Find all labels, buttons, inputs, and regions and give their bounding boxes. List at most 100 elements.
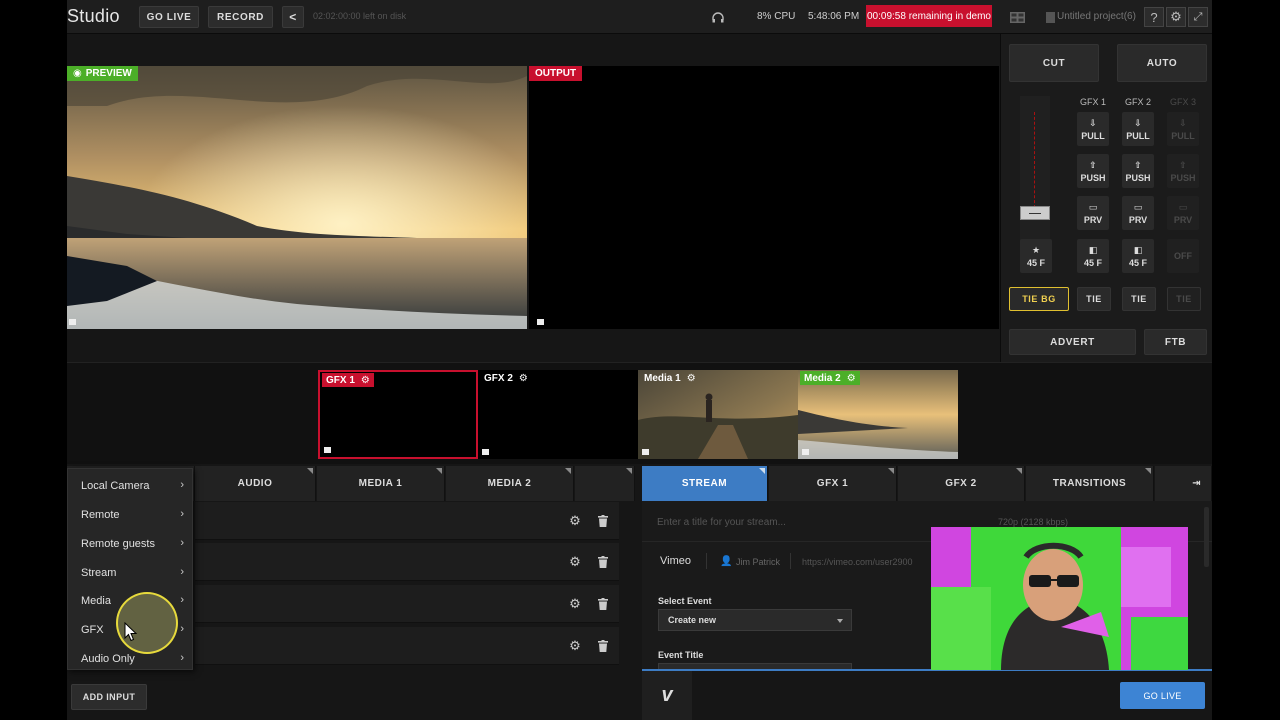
user-icon: 👤 [720, 556, 733, 567]
vimeo-url[interactable]: https://vimeo.com/user2900 [802, 557, 913, 567]
gfx2-preview-button[interactable]: ▭ PRV [1122, 196, 1154, 230]
select-event-dropdown[interactable]: Create new [658, 609, 852, 631]
gear-icon[interactable]: ⚙ [847, 373, 856, 384]
brand-title: Studio [67, 6, 120, 26]
gfx2-thumbnail[interactable]: GFX 2 ⚙ [478, 370, 638, 459]
stream-resolution[interactable]: 720p (2128 kbps) [998, 517, 1068, 527]
trash-icon[interactable] [596, 639, 610, 653]
fullscreen-icon[interactable]: ⤢ [1188, 7, 1208, 27]
chevron-right-icon: › [180, 652, 184, 664]
input-row[interactable]: ⚙ [195, 585, 619, 623]
help-icon[interactable]: ? [1144, 7, 1164, 27]
gfx1-thumbnail[interactable]: GFX 1 ⚙ [318, 370, 478, 459]
preview-label: ◉ PREVIEW [67, 66, 138, 81]
top-bar: Studio GO LIVE RECORD < 02:02:00:00 left… [67, 0, 1212, 34]
menu-item-local-camera[interactable]: Local Camera › [68, 471, 192, 500]
gear-icon[interactable]: ⚙ [1166, 7, 1186, 27]
tab-audio[interactable]: AUDIO [195, 466, 316, 501]
vimeo-username: Jim Patrick [736, 557, 781, 567]
gfx2-push-button[interactable]: ⇧ PUSH [1122, 154, 1154, 188]
gfx2-transition-frames[interactable]: ◧ 45 F [1122, 239, 1154, 273]
demo-timer: 00:09:58 remaining in demo [866, 5, 992, 27]
go-live-button[interactable]: GO LIVE [139, 6, 199, 28]
lock-icon [642, 449, 649, 455]
gfx1-transition-frames[interactable]: ◧ 45 F [1077, 239, 1109, 273]
trash-icon[interactable] [596, 597, 610, 611]
gfx2-header: GFX 2 [1124, 97, 1151, 107]
bg-transition-frames[interactable]: ★ 45 F [1020, 239, 1052, 273]
gear-icon[interactable]: ⚙ [568, 596, 582, 611]
menu-item-stream[interactable]: Stream › [68, 558, 192, 587]
trash-icon[interactable] [596, 555, 610, 569]
trash-icon[interactable] [596, 514, 610, 528]
gfx3-tie-button[interactable]: TIE [1167, 287, 1201, 311]
layout-grid-icon[interactable] [1007, 7, 1027, 27]
mouse-pointer-icon [124, 622, 138, 642]
switcher-panel: CUT AUTO GFX 1 GFX 2 GFX 3 ⇩ PULL ⇩ PULL ⇩… [1000, 34, 1212, 362]
sources-bar: GFX 1 ⚙ GFX 2 ⚙ Media 1 ⚙ Media 2 ⚙ [67, 362, 1212, 464]
input-row[interactable]: ⚙ [195, 502, 619, 540]
preview-icon: ▭ [1178, 201, 1188, 212]
record-button[interactable]: RECORD [208, 6, 273, 28]
gfx1-pull-button[interactable]: ⇩ PULL [1077, 112, 1109, 146]
output-monitor[interactable]: OUTPUT [529, 66, 999, 329]
advert-button[interactable]: ADVERT [1009, 329, 1136, 355]
stream-title-input[interactable]: Enter a title for your stream... [657, 517, 786, 528]
transition-icon: ◧ [1088, 244, 1098, 255]
share-icon[interactable]: < [282, 6, 304, 28]
menu-item-remote[interactable]: Remote › [68, 500, 192, 529]
chevron-right-icon: › [180, 508, 184, 520]
gfx2-thumb-label: GFX 2 ⚙ [484, 372, 528, 384]
gfx3-transition-off[interactable]: OFF [1167, 239, 1199, 273]
input-row[interactable]: ⚙ [195, 543, 619, 581]
tab-media-1[interactable]: MEDIA 1 [317, 466, 445, 501]
gfx3-push-button[interactable]: ⇧ PUSH [1167, 154, 1199, 188]
input-row[interactable]: ⚙ [195, 627, 619, 665]
gfx3-pull-button[interactable]: ⇩ PULL [1167, 112, 1199, 146]
gear-icon[interactable]: ⚙ [568, 638, 582, 653]
tab-gfx-2[interactable]: GFX 2 [898, 466, 1025, 501]
scrollbar[interactable] [1204, 507, 1209, 567]
media2-thumbnail[interactable]: Media 2 ⚙ [798, 370, 958, 459]
cut-button[interactable]: CUT [1009, 44, 1099, 82]
tab-transitions[interactable]: TRANSITIONS [1026, 466, 1154, 501]
gfx2-tie-button[interactable]: TIE [1122, 287, 1156, 311]
project-name[interactable]: Untitled project(6) [1057, 11, 1136, 22]
preview-monitor[interactable]: ◉ PREVIEW [67, 66, 527, 329]
fader-handle[interactable] [1020, 206, 1050, 220]
gfx1-preview-button[interactable]: ▭ PRV [1077, 196, 1109, 230]
gear-icon[interactable]: ⚙ [568, 513, 582, 528]
tie-bg-button[interactable]: TIE BG [1009, 287, 1069, 311]
tab-media-2[interactable]: MEDIA 2 [446, 466, 574, 501]
transition-fader[interactable] [1020, 96, 1050, 244]
event-title-label: Event Title [658, 650, 704, 660]
menu-item-remote-guests[interactable]: Remote guests › [68, 529, 192, 558]
gear-icon[interactable]: ⚙ [361, 375, 370, 386]
gfx1-push-button[interactable]: ⇧ PUSH [1077, 154, 1109, 188]
lock-icon [324, 447, 331, 453]
tab-more[interactable] [575, 466, 635, 501]
cpu-usage: 8% CPU [757, 11, 796, 22]
headphones-icon[interactable] [708, 7, 728, 27]
stream-go-live-button[interactable]: GO LIVE [1120, 682, 1205, 709]
gfx2-pull-button[interactable]: ⇩ PULL [1122, 112, 1154, 146]
preview-image [67, 66, 527, 329]
chevron-down-icon [837, 619, 843, 623]
ftb-button[interactable]: FTB [1144, 329, 1207, 355]
gfx3-preview-button[interactable]: ▭ PRV [1167, 196, 1199, 230]
gear-icon[interactable]: ⚙ [519, 373, 528, 384]
service-vimeo[interactable]: Vimeo [660, 555, 691, 567]
add-input-button[interactable]: ADD INPUT [71, 684, 147, 710]
auto-button[interactable]: AUTO [1117, 44, 1207, 82]
gear-icon[interactable]: ⚙ [687, 373, 696, 384]
tab-stream[interactable]: STREAM [642, 466, 768, 501]
tab-gfx-1[interactable]: GFX 1 [769, 466, 897, 501]
gear-icon[interactable]: ⚙ [568, 554, 582, 569]
tab-scroll-right[interactable]: ⇥ [1155, 466, 1212, 501]
pull-icon: ⇩ [1134, 117, 1142, 128]
vimeo-logo-icon: v [642, 671, 692, 720]
gfx1-tie-button[interactable]: TIE [1077, 287, 1111, 311]
webcam-image [931, 527, 1188, 670]
media1-thumbnail[interactable]: Media 1 ⚙ [638, 370, 798, 459]
star-icon: ★ [1031, 244, 1041, 255]
